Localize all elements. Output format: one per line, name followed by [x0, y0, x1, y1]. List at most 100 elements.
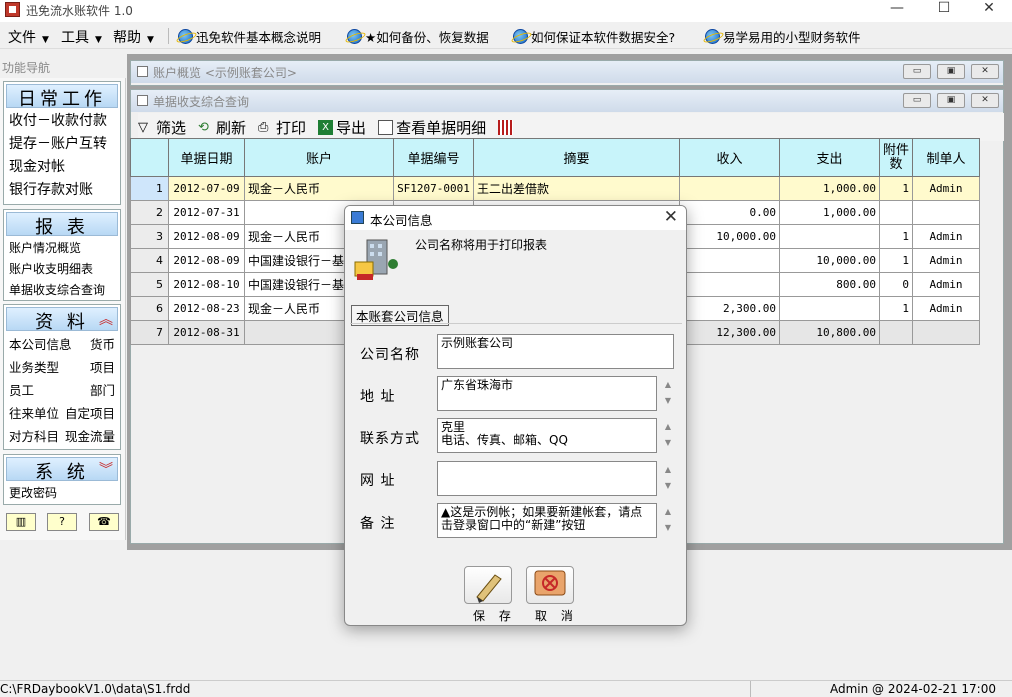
scrollbar[interactable]: ▲▼ [660, 462, 676, 495]
nav-item-business-type[interactable]: 业务类型 [9, 356, 59, 379]
nav-item-bill-query[interactable]: 单据收支综合查询 [4, 280, 120, 301]
cell-income[interactable]: 10,000.00 [680, 225, 780, 249]
cell-attachments[interactable]: 1 [880, 249, 913, 273]
close-button[interactable]: ✕ [966, 0, 1012, 20]
cell-account[interactable]: 现金－人民币 [245, 177, 394, 201]
cell-expense[interactable]: 10,000.00 [780, 249, 880, 273]
col-header-creator[interactable]: 制单人 [913, 139, 980, 177]
print-button[interactable]: ⎙打印 [258, 117, 306, 138]
cell-income[interactable]: 0.00 [680, 201, 780, 225]
col-header-date[interactable]: 单据日期 [169, 139, 245, 177]
nav-item-counter-subject[interactable]: 对方科目 [9, 425, 59, 448]
row-number[interactable]: 7 [131, 321, 169, 345]
help-icon[interactable]: ? [47, 513, 77, 531]
cell-creator[interactable]: Admin [913, 225, 980, 249]
cell-date[interactable]: 2012-08-10 [169, 273, 245, 297]
minimize-icon[interactable]: ▭ [903, 93, 931, 108]
nav-header-info[interactable]: 资 料︽ [6, 307, 118, 331]
link-small-finance[interactable]: 易学易用的小型财务软件 [705, 27, 861, 46]
minimize-button[interactable]: — [874, 0, 920, 20]
cell-date[interactable]: 2012-07-09 [169, 177, 245, 201]
cell-expense[interactable]: 1,000.00 [780, 177, 880, 201]
table-row[interactable]: 12012-07-09现金－人民币SF1207-0001王二出差借款1,000.… [131, 177, 980, 201]
close-icon[interactable]: ✕ [664, 207, 678, 227]
cell-creator[interactable]: Admin [913, 249, 980, 273]
cell-expense[interactable] [780, 297, 880, 321]
remark-field[interactable]: ▲这是示例帐；如果要新建帐套，请点击登录窗口中的“新建”按钮▲▼ [437, 503, 657, 538]
cell-creator[interactable]: Admin [913, 177, 980, 201]
nav-item-account-detail[interactable]: 账户收支明细表 [4, 259, 120, 280]
close-icon[interactable]: ✕ [971, 93, 999, 108]
collapse-down-icon[interactable]: ︾ [99, 459, 113, 479]
view-detail-button[interactable]: 查看单据明细 [378, 117, 486, 138]
cell-expense[interactable]: 1,000.00 [780, 201, 880, 225]
col-header-account[interactable]: 账户 [245, 139, 394, 177]
nav-item-cash-check[interactable]: 现金对帐 [4, 156, 120, 179]
scrollbar[interactable]: ▲▼ [660, 419, 676, 452]
collapse-up-icon[interactable]: ︽ [99, 309, 113, 329]
save-button[interactable] [464, 566, 512, 604]
close-icon[interactable]: ✕ [971, 64, 999, 79]
cell-income[interactable] [680, 177, 780, 201]
cell-creator[interactable] [913, 321, 980, 345]
cell-creator[interactable] [913, 201, 980, 225]
row-number[interactable]: 4 [131, 249, 169, 273]
export-button[interactable]: X导出 [318, 117, 366, 138]
nav-item-account-overview[interactable]: 账户情况概览 [4, 238, 120, 259]
nav-header-system[interactable]: 系 统︾ [6, 457, 118, 481]
maximize-button[interactable]: ☐ [921, 0, 967, 20]
scrollbar[interactable]: ▲▼ [660, 504, 676, 537]
col-header-bill-no[interactable]: 单据编号 [394, 139, 474, 177]
restore-icon[interactable]: ▣ [937, 93, 965, 108]
company-name-field[interactable]: 示例账套公司 [437, 334, 674, 369]
cell-creator[interactable]: Admin [913, 297, 980, 321]
scrollbar[interactable]: ▲▼ [660, 377, 676, 410]
cell-income[interactable]: 12,300.00 [680, 321, 780, 345]
cell-attachments[interactable]: 0 [880, 273, 913, 297]
menu-tools[interactable]: 工具▼ [61, 27, 102, 47]
nav-item-partner[interactable]: 往来单位 [9, 402, 59, 425]
cell-income[interactable] [680, 249, 780, 273]
cell-attachments[interactable] [880, 201, 913, 225]
nav-item-employee[interactable]: 员工 [9, 379, 34, 402]
nav-item-receive-pay[interactable]: 收付－收款付款 [4, 110, 120, 133]
row-number[interactable]: 2 [131, 201, 169, 225]
book-icon[interactable]: ▥ [6, 513, 36, 531]
col-header-attachments[interactable]: 附件数 [880, 139, 913, 177]
cell-income[interactable]: 2,300.00 [680, 297, 780, 321]
col-header-memo[interactable]: 摘要 [474, 139, 680, 177]
refresh-button[interactable]: ⟲刷新 [198, 117, 246, 138]
nav-item-cash-flow[interactable]: 现金流量 [65, 425, 115, 448]
row-number[interactable]: 6 [131, 297, 169, 321]
link-data-security[interactable]: 如何保证本软件数据安全? [513, 27, 675, 46]
cancel-button[interactable] [526, 566, 574, 604]
cell-expense[interactable]: 10,800.00 [780, 321, 880, 345]
restore-icon[interactable]: ▣ [937, 64, 965, 79]
cell-bill-no[interactable]: SF1207-0001 [394, 177, 474, 201]
nav-header-daily[interactable]: 日常工作 [6, 84, 118, 108]
cell-date[interactable]: 2012-08-09 [169, 249, 245, 273]
child-title-bar[interactable]: 账户概览 <示例账套公司> ▭▣✕ [131, 61, 1003, 83]
col-header-expense[interactable]: 支出 [780, 139, 880, 177]
phone-icon[interactable]: ☎ [89, 513, 119, 531]
cell-expense[interactable]: 800.00 [780, 273, 880, 297]
menu-help[interactable]: 帮助▼ [113, 27, 154, 47]
row-number[interactable]: 3 [131, 225, 169, 249]
col-header-income[interactable]: 收入 [680, 139, 780, 177]
cell-attachments[interactable] [880, 321, 913, 345]
child-title-bar[interactable]: 单据收支综合查询 ▭▣✕ [131, 90, 1003, 112]
cell-creator[interactable]: Admin [913, 273, 980, 297]
contact-field[interactable]: 克里 电话、传真、邮箱、QQ▲▼ [437, 418, 657, 453]
columns-button[interactable] [498, 120, 516, 135]
cell-date[interactable]: 2012-08-31 [169, 321, 245, 345]
cell-date[interactable]: 2012-08-09 [169, 225, 245, 249]
cell-attachments[interactable]: 1 [880, 297, 913, 321]
menu-file[interactable]: 文件▼ [8, 27, 49, 47]
nav-item-change-password[interactable]: 更改密码 [4, 483, 120, 504]
row-number[interactable]: 5 [131, 273, 169, 297]
nav-item-company-info[interactable]: 本公司信息 [9, 333, 72, 356]
cell-income[interactable] [680, 273, 780, 297]
cell-date[interactable]: 2012-08-23 [169, 297, 245, 321]
row-number[interactable]: 1 [131, 177, 169, 201]
cell-date[interactable]: 2012-07-31 [169, 201, 245, 225]
